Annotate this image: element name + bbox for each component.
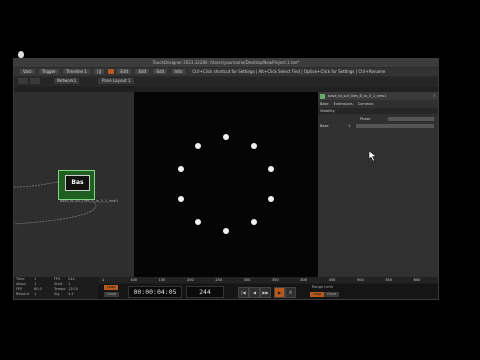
- operator-type-icon: [320, 93, 325, 99]
- toolbar: Varz Trigger Timeline 1 ||| Edit Edit Ed…: [14, 68, 438, 76]
- mouse-cursor-icon: [368, 150, 377, 162]
- param-header: base_to_suf_tiles_B_to_5_1_new1 ?: [318, 92, 438, 100]
- touchdesigner-window: TouchDesigner 2023.32280: /Users/yournam…: [13, 58, 439, 300]
- apple-menu-icon[interactable]: [18, 51, 24, 58]
- ruler-tick-label: 1: [102, 278, 105, 282]
- ruler-tick-label: 450: [328, 278, 336, 282]
- param-header-title: base_to_suf_tiles_B_to_5_1_new1: [328, 94, 387, 98]
- ring-dot: [178, 195, 185, 202]
- home-icon[interactable]: [18, 78, 28, 84]
- toolbar-item-edit-2[interactable]: Edit: [135, 69, 150, 74]
- param-slider-base[interactable]: [356, 124, 434, 128]
- toolbar-item-bars[interactable]: |||: [94, 69, 105, 74]
- timeline-bar: Time 1 FPS 244 Absol 1 Start 1 FPS 60.0 Tempo 120…: [14, 277, 438, 299]
- tab-common[interactable]: Common: [358, 102, 374, 106]
- step-back-button[interactable]: ◀: [249, 287, 260, 298]
- ruler-tick-label: 400: [300, 278, 308, 282]
- once-right-button[interactable]: Once: [324, 292, 340, 297]
- toolbar-item-trigger[interactable]: Trigger: [38, 69, 59, 74]
- ring-dot: [267, 166, 274, 173]
- network-editor[interactable]: Bas base_to_suf_tiles_B_to_5_1_new1: [14, 92, 134, 277]
- ruler-tick-label: 150: [158, 278, 166, 282]
- param-tabs: Base Extensions Common: [318, 101, 438, 107]
- param-label-base: Base: [320, 124, 329, 128]
- toolbar-item-varz[interactable]: Varz: [20, 69, 35, 74]
- stats-row: Resolut 1 Sig 4 4: [16, 292, 74, 296]
- dot-ring: [134, 92, 318, 277]
- ruler-tick-label: 300: [243, 278, 251, 282]
- help-icon[interactable]: ?: [433, 92, 435, 100]
- timeline-stats: Time 1 FPS 244 Absol 1 Start 1 FPS 60.0 Tempo 120…: [14, 277, 96, 299]
- param-section-label: Visibility: [320, 109, 335, 113]
- param-row-base: Base 1: [320, 123, 436, 129]
- back-icon[interactable]: [30, 78, 40, 84]
- base-operator-node[interactable]: Bas: [58, 170, 95, 200]
- loop-left-button[interactable]: Loop: [104, 285, 119, 290]
- toolbar-item-timeline[interactable]: Timeline 1: [62, 69, 90, 74]
- ring-dot: [195, 219, 202, 226]
- ruler-tick-label: 350: [272, 278, 279, 282]
- param-section: Visibility: [318, 108, 438, 114]
- tab-pane-layout[interactable]: Pane Layout 1: [98, 78, 135, 84]
- ruler-tick-label: 100: [130, 278, 138, 282]
- ring-dot: [223, 134, 229, 140]
- tab-base[interactable]: Base: [320, 102, 329, 106]
- timeline-ruler[interactable]: 1 100 150 200 250 300 350 400 450 500 550 600: [98, 277, 438, 283]
- toolbar-item-orange[interactable]: [108, 69, 115, 74]
- toolbar-item-edit-3[interactable]: Edit: [153, 69, 168, 74]
- ring-dot: [195, 142, 202, 149]
- toolbar-item-edit-1[interactable]: Edit: [117, 69, 132, 74]
- loop-right-button[interactable]: Loop: [310, 292, 325, 297]
- toolbar-item-info[interactable]: Info: [171, 69, 186, 74]
- ruler-tick-label: 250: [215, 278, 223, 282]
- frame-display[interactable]: 244: [186, 286, 224, 298]
- timecode-display[interactable]: 00:00:04:05: [128, 286, 182, 298]
- ruler-tick-label: 200: [187, 278, 194, 282]
- ring-dot: [223, 228, 229, 234]
- ruler-tick-label: 500: [357, 278, 364, 282]
- pause-button[interactable]: II: [285, 287, 296, 298]
- ring-dot: [267, 195, 274, 202]
- ring-dot: [250, 219, 257, 226]
- base-operator-title: Bas: [65, 175, 90, 191]
- parameter-pane: base_to_suf_tiles_B_to_5_1_new1 ? Base E…: [318, 92, 438, 277]
- tab-bar: Network1 Pane Layout 1: [14, 77, 438, 85]
- window-title: TouchDesigner 2023.32280: /Users/yournam…: [152, 60, 300, 65]
- toolbar-hint: Ctrl+Click shortcut for Settings | Alt+C…: [192, 69, 386, 74]
- range-limit-label: Range Limit: [312, 285, 333, 289]
- tab-extensions[interactable]: Extensions: [334, 102, 353, 106]
- rewind-button[interactable]: |◀: [238, 287, 249, 298]
- viewer-pane[interactable]: [134, 92, 318, 277]
- ruler-tick-label: 550: [385, 278, 393, 282]
- tab-network[interactable]: Network1: [54, 78, 80, 84]
- play-button[interactable]: ▶: [274, 287, 285, 298]
- step-forward-button[interactable]: ▶▶: [260, 287, 271, 298]
- transport-bar: Loop Once 00:00:04:05 244 |◀ ◀ ▶▶ ▶ II R…: [98, 284, 438, 299]
- param-value-base[interactable]: 1: [348, 123, 350, 129]
- ring-dot: [178, 166, 185, 173]
- param-row-phase: Phase: [320, 116, 436, 122]
- param-label-phase: Phase: [360, 117, 371, 121]
- once-left-button[interactable]: Once: [104, 292, 120, 297]
- ring-dot: [250, 142, 257, 149]
- param-slider-phase[interactable]: [388, 117, 434, 121]
- base-operator-label: base_to_suf_tiles_B_to_5_1_new1: [60, 199, 119, 203]
- ruler-tick-label: 600: [413, 278, 421, 282]
